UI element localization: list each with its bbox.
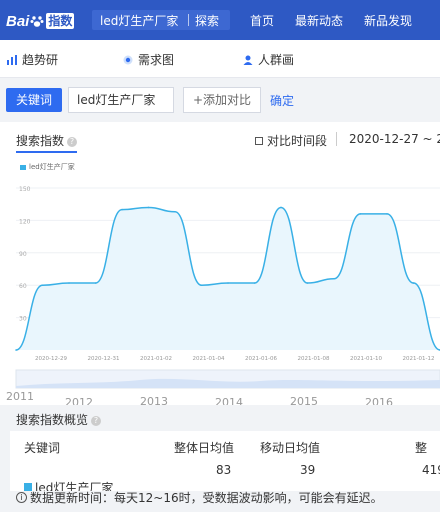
- paw-icon: [30, 16, 44, 27]
- divider: [336, 132, 337, 146]
- x-tick-label: 2021-01-02: [140, 356, 172, 362]
- col-keyword: 关键词: [24, 441, 61, 455]
- data-point: [280, 206, 282, 209]
- x-tick-label: 2021-01-04: [193, 356, 225, 362]
- x-tick-label: 2021-01-06: [245, 356, 277, 362]
- y-tick-label: 90: [19, 251, 27, 258]
- data-point: [94, 282, 97, 284]
- data-point: [68, 282, 70, 284]
- compare-period-label: 对比时间段: [267, 134, 328, 148]
- keyword-input[interactable]: led灯生产厂家: [68, 87, 174, 113]
- search-input[interactable]: led灯生产厂家: [92, 12, 188, 29]
- baidu-index-logo[interactable]: Bai 指数: [6, 10, 75, 32]
- data-point: [359, 213, 362, 215]
- data-point: [41, 284, 44, 287]
- x-tick-label: 2021-01-08: [298, 356, 330, 362]
- col-overall-avg: 整体日均值: [174, 441, 235, 455]
- data-point: [147, 206, 150, 209]
- search-box[interactable]: led灯生产厂家 探索: [92, 10, 230, 30]
- update-notice-text: 数据更新时间：每天12~16时，受数据波动影响，可能会有延迟。: [30, 491, 383, 505]
- y-tick-label: 60: [19, 283, 27, 290]
- y-tick-label: 150: [19, 186, 31, 193]
- data-point: [412, 282, 415, 284]
- summary-table: 关键词 整体日均值 移动日均值 整 83 39 419 led灯生产厂家: [10, 431, 440, 491]
- tab-demand-label: 需求图: [138, 53, 175, 67]
- summary-section: 搜索指数概览? 关键词 整体日均值 移动日均值 整 83 39 419 led灯…: [0, 405, 440, 512]
- x-tick-label: 2021-01-12: [403, 356, 435, 362]
- checkbox[interactable]: [255, 136, 263, 145]
- x-tick-label: 2020-12-31: [88, 356, 120, 362]
- data-point: [306, 282, 309, 284]
- info-icon: i: [16, 492, 27, 503]
- compare-period-toggle[interactable]: 对比时间段: [255, 132, 327, 149]
- data-point: [200, 284, 203, 287]
- date-range-picker[interactable]: 2020-12-27 ~ 2: [349, 132, 440, 146]
- tab-trend-label: 趋势研: [22, 53, 59, 67]
- y-tick-label: 120: [19, 218, 31, 225]
- tab-trend[interactable]: 趋势研: [6, 51, 58, 68]
- demand-icon: [123, 55, 133, 64]
- help-icon[interactable]: ?: [91, 415, 102, 426]
- trend-panel-title[interactable]: 搜索指数?: [16, 132, 78, 153]
- logo-text: Bai: [6, 12, 30, 30]
- col-mobile-avg: 移动日均值: [260, 441, 321, 455]
- cell-overall: 83: [216, 463, 232, 477]
- nav-latest[interactable]: 最新动态: [295, 12, 343, 29]
- update-notice: i 数据更新时间：每天12~16时，受数据波动影响，可能会有延迟。: [16, 489, 383, 506]
- cell-mobile: 39: [300, 463, 316, 477]
- confirm-button[interactable]: 确定: [270, 92, 294, 109]
- y-tick-label: 30: [19, 316, 27, 323]
- data-point: [227, 282, 229, 284]
- nav-new-products[interactable]: 新品发现: [364, 12, 412, 29]
- chart-legend[interactable]: led灯生产厂家: [20, 162, 75, 172]
- summary-title: 搜索指数概览?: [16, 411, 102, 428]
- legend-label: led灯生产厂家: [29, 163, 75, 171]
- keyword-bar: 关键词 led灯生产厂家 +添加对比 确定: [0, 78, 440, 122]
- nav-home[interactable]: 首页: [250, 12, 274, 29]
- data-point: [15, 349, 17, 351]
- x-tick-label: 2020-12-29: [35, 356, 67, 362]
- trend-title-text: 搜索指数: [16, 134, 65, 148]
- trend-icon: [7, 54, 17, 65]
- search-button[interactable]: 探索: [189, 12, 219, 29]
- overview-year-label: 2011: [6, 390, 34, 403]
- data-point: [253, 282, 256, 284]
- x-tick-label: 2021-01-10: [350, 356, 382, 362]
- tab-audience[interactable]: 人群画: [242, 51, 294, 68]
- search-index-chart[interactable]: 150 120 90 60 30 2020-12-29 2020-12-31 2021-01-…: [0, 180, 440, 410]
- col-other: 整: [415, 441, 428, 455]
- data-point: [174, 210, 176, 213]
- series-area: [16, 207, 440, 350]
- summary-title-text: 搜索指数概览: [16, 413, 89, 427]
- logo-suffix: 指数: [46, 13, 75, 29]
- cell-other: 419: [422, 463, 440, 477]
- top-bar: Bai 指数 led灯生产厂家 探索 首页 最新动态 新品发现: [0, 0, 440, 40]
- data-point: [121, 208, 123, 211]
- data-point: [386, 213, 388, 215]
- tab-demand[interactable]: 需求图: [122, 51, 174, 68]
- data-point: [333, 277, 335, 280]
- person-icon: [243, 55, 253, 65]
- help-icon[interactable]: ?: [67, 136, 78, 147]
- add-compare-button[interactable]: +添加对比: [183, 87, 261, 113]
- legend-swatch: [20, 164, 26, 170]
- tab-audience-label: 人群画: [258, 53, 295, 67]
- keyword-label-button[interactable]: 关键词: [6, 88, 62, 112]
- sub-navigation: 趋势研 需求图 人群画: [0, 40, 440, 78]
